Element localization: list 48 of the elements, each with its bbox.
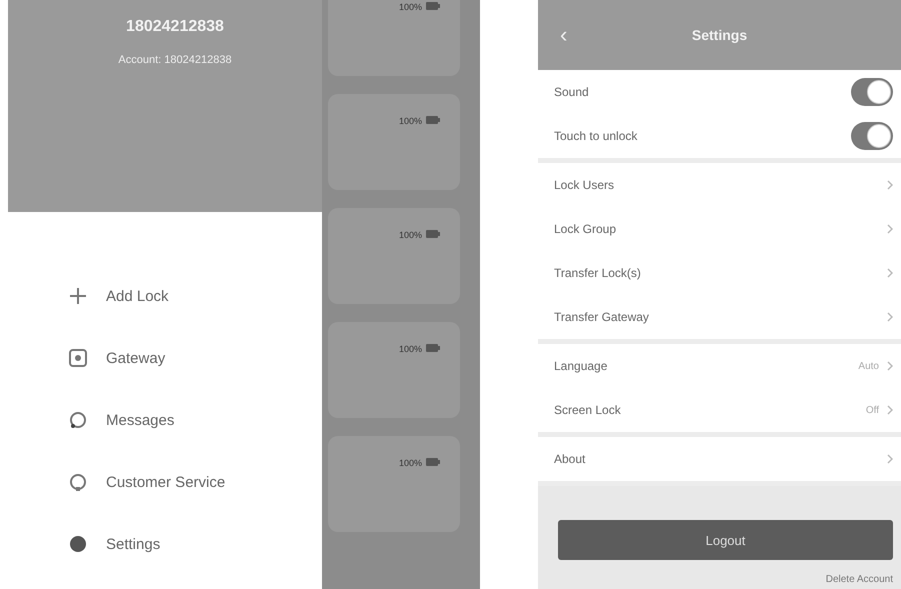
chevron-icon[interactable] <box>887 180 893 190</box>
lock-card[interactable]: 100% <box>328 208 460 304</box>
setting-label: Transfer Gateway <box>554 310 650 324</box>
battery-icon <box>426 458 440 466</box>
lock-card[interactable]: 100% <box>328 0 460 76</box>
menu-item[interactable]: Customer Service <box>68 470 322 494</box>
plus-icon <box>68 286 88 306</box>
battery-level: 100% <box>398 458 422 470</box>
chevron-icon[interactable] <box>887 312 893 322</box>
menu-item[interactable]: Gateway <box>68 346 322 370</box>
setting-label: Language <box>554 359 608 373</box>
chevron-icon[interactable] <box>887 268 893 278</box>
battery-level: 100% <box>398 2 422 14</box>
delete-account-link[interactable]: Delete Account <box>826 574 893 585</box>
logout-button[interactable]: Logout <box>558 520 893 560</box>
setting-label: Sound <box>554 85 590 99</box>
lock-card[interactable]: 100% <box>328 322 460 418</box>
battery-level: 100% <box>398 116 422 128</box>
chevron-icon[interactable] <box>887 361 893 371</box>
menu-item[interactable]: Add Lock <box>68 284 322 308</box>
phone-number: 18024212838 <box>126 18 224 36</box>
setting-label: Lock Users <box>554 178 616 192</box>
chevron-icon[interactable] <box>887 224 893 234</box>
battery-icon <box>426 344 440 352</box>
battery-level: 100% <box>398 230 422 242</box>
battery-level: 100% <box>398 344 422 356</box>
toggle-switch[interactable] <box>851 78 893 106</box>
setting-label: Touch to unlock <box>554 129 638 143</box>
setting-value: Auto <box>858 360 879 372</box>
setting-label: Transfer Lock(s) <box>554 266 642 280</box>
menu-item[interactable]: Settings <box>68 532 322 556</box>
battery-icon <box>426 2 440 10</box>
page-title: Settings <box>692 27 748 43</box>
setting-value: Off <box>866 404 879 416</box>
toggle-switch[interactable] <box>851 122 893 150</box>
lock-card[interactable]: 100% <box>328 436 460 532</box>
account-label: Account: 18024212838 <box>118 54 232 66</box>
setting-label: Screen Lock <box>554 403 622 417</box>
menu-item[interactable]: Messages <box>68 408 322 432</box>
back-button[interactable]: ‹ <box>550 22 578 48</box>
battery-icon <box>426 116 440 124</box>
battery-icon <box>426 230 440 238</box>
setting-label: About <box>554 452 586 466</box>
setting-label: Lock Group <box>554 222 618 236</box>
lock-card[interactable]: 100% <box>328 94 460 190</box>
chevron-icon[interactable] <box>887 454 893 464</box>
chevron-icon[interactable] <box>887 405 893 415</box>
message-icon <box>68 410 88 430</box>
